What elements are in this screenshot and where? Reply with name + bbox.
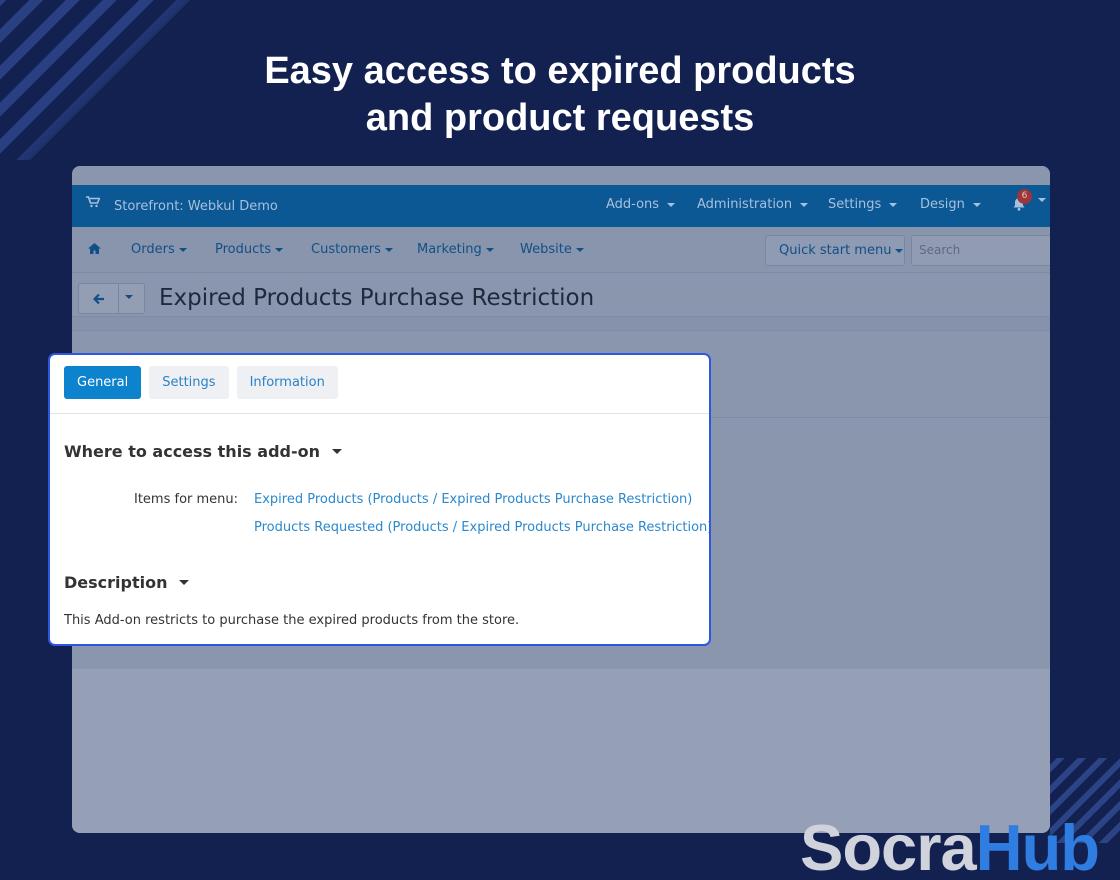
tab-bar: General Settings Information: [64, 366, 338, 399]
headline-line-2: and product requests: [365, 97, 755, 139]
tab-information[interactable]: Information: [236, 366, 338, 399]
subnav-marketing[interactable]: Marketing: [417, 242, 494, 257]
chevron-down-icon[interactable]: [1038, 198, 1046, 202]
section-title-access: Where to access this add-on: [64, 442, 320, 461]
chevron-down-icon: [178, 247, 187, 252]
header-divider: [72, 317, 1050, 331]
chevron-down-icon: [332, 449, 342, 454]
chevron-down-icon: [800, 202, 809, 207]
page-title: Expired Products Purchase Restriction: [159, 285, 595, 311]
items-for-menu-label: Items for menu:: [134, 492, 239, 507]
link-products-requested[interactable]: Products Requested (Products / Expired P…: [254, 520, 709, 535]
chevron-down-icon: [275, 247, 284, 252]
tab-settings[interactable]: Settings: [149, 366, 229, 399]
chevron-down-icon: [667, 202, 676, 207]
cart-icon: [86, 196, 100, 208]
nav-settings[interactable]: Settings: [828, 197, 898, 212]
description-text: This Add-on restricts to purchase the ex…: [64, 613, 520, 628]
admin-topbar: Storefront: Webkul Demo Add-ons Administ…: [72, 185, 1050, 227]
section-title-description: Description: [64, 573, 168, 592]
chevron-down-icon: [972, 202, 981, 207]
subnav-customers[interactable]: Customers: [311, 242, 393, 257]
chevron-down-icon: [895, 248, 904, 253]
search-input[interactable]: Search: [911, 235, 1050, 266]
nav-design[interactable]: Design: [920, 197, 981, 212]
quick-start-menu-button[interactable]: Quick start menu: [765, 235, 905, 266]
notification-badge: 6: [1017, 189, 1032, 204]
addon-info-panel: General Settings Information Where to ac…: [48, 353, 711, 646]
nav-administration[interactable]: Administration: [697, 197, 809, 212]
home-icon[interactable]: [88, 243, 101, 254]
subnav-products[interactable]: Products: [215, 242, 284, 257]
nav-add-ons[interactable]: Add-ons: [606, 197, 676, 212]
section-toggle-access[interactable]: Where to access this add-on: [64, 442, 342, 461]
socrahub-logo: SocraHub: [800, 811, 1100, 880]
page-header: Expired Products Purchase Restriction: [72, 273, 1050, 317]
chevron-down-icon: [485, 247, 494, 252]
arrow-left-icon: [93, 293, 104, 305]
back-button-group: [78, 283, 145, 314]
chevron-down-icon: [384, 247, 393, 252]
admin-subnav: Orders Products Customers Marketing Webs…: [72, 227, 1050, 273]
tab-general[interactable]: General: [64, 366, 142, 399]
subnav-orders[interactable]: Orders: [131, 242, 187, 257]
chevron-down-icon: [575, 247, 584, 252]
back-button[interactable]: [79, 284, 119, 313]
tab-divider: [50, 413, 709, 414]
chevron-down-icon: [125, 295, 133, 299]
back-dropdown-button[interactable]: [119, 284, 144, 313]
storefront-link[interactable]: Storefront: Webkul Demo: [114, 199, 278, 214]
section-toggle-description[interactable]: Description: [64, 573, 190, 592]
headline-line-1: Easy access to expired products: [264, 50, 856, 92]
chevron-down-icon: [889, 202, 898, 207]
content-divider: [708, 417, 1050, 418]
headline: Easy access to expired products and prod…: [0, 48, 1120, 142]
link-expired-products[interactable]: Expired Products (Products / Expired Pro…: [254, 492, 692, 507]
subnav-website[interactable]: Website: [520, 242, 584, 257]
chevron-down-icon: [179, 580, 190, 585]
